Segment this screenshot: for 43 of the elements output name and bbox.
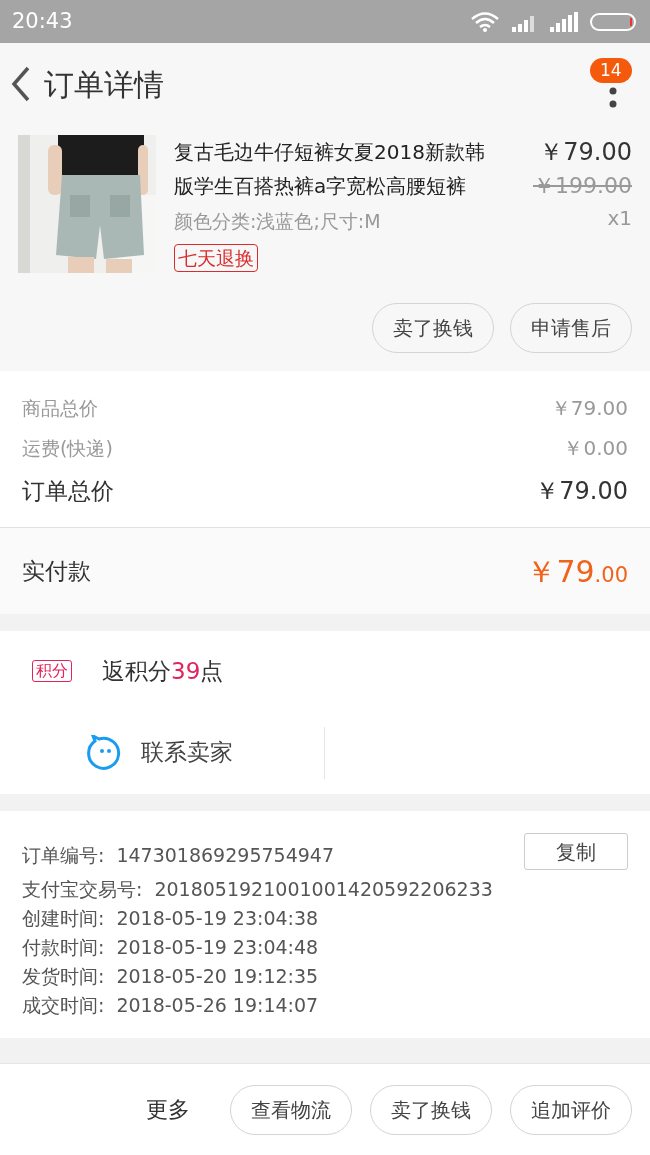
signal-icon [550,11,578,32]
summary-label: 商品总价 [22,395,98,421]
summary-value: ￥0.00 [563,435,628,462]
summary-value: ￥79.00 [535,476,628,507]
contact-seller-button[interactable]: 联系卖家 [0,726,325,779]
info-value: 2018-05-26 19:14:07 [116,993,319,1019]
info-value: 2018-05-19 23:04:48 [116,935,319,961]
copy-button[interactable]: 复制 [524,833,628,870]
action-button[interactable]: 追加评价 [510,1084,632,1135]
summary-label: 运费(快递) [22,435,113,461]
wifi-icon [470,10,500,33]
product-title[interactable]: 复古毛边牛仔短裤女夏2018新款韩版学生百搭热裤a字宽松高腰短裤 [174,135,504,203]
points-text: 返积分39点 [102,656,224,686]
info-label: 成交时间: [22,993,105,1019]
action-button[interactable]: 查看物流 [230,1084,352,1135]
chat-face-icon [87,734,123,771]
original-price: ￥199.00 [533,172,632,200]
info-value: 2018-05-20 19:12:35 [116,964,319,990]
action-button[interactable]: 申请售后 [510,303,632,353]
info-label: 订单编号: [22,842,105,868]
info-label: 发货时间: [22,964,105,990]
more-button[interactable]: 更多 [146,1093,190,1126]
payment-label: 实付款 [22,556,91,586]
info-label: 付款时间: [22,935,105,961]
quantity: x1 [607,205,632,232]
payment-amount: ￥79.00 [526,552,628,591]
info-label: 支付宝交易号: [22,877,143,903]
notification-badge: 14 [590,58,632,83]
return-tag: 七天退换 [174,243,258,272]
product-sku: 颜色分类:浅蓝色;尺寸:M [174,209,381,234]
battery-icon [590,11,638,32]
points-tag: 积分 [32,660,72,682]
info-value: 2018-05-19 23:04:38 [116,906,319,932]
page-title: 订单详情 [44,65,164,104]
status-time: 20:43 [12,7,73,35]
info-value: 147301869295754947 [116,842,334,868]
action-button[interactable]: 卖了换钱 [370,1084,492,1135]
product-price: ￥79.00 [539,137,632,168]
info-label: 创建时间: [22,906,105,932]
summary-label: 订单总价 [22,476,114,506]
summary-value: ￥79.00 [550,395,628,422]
action-button[interactable]: 卖了换钱 [372,303,494,353]
info-value: 2018051921001001420592206233 [154,877,493,903]
